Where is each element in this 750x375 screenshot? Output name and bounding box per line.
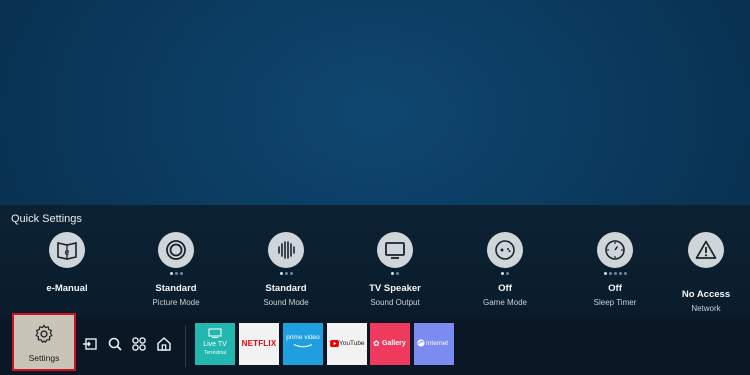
app-prime-video[interactable]: prime video [283,323,323,365]
quick-setting-value: Standard [265,283,307,294]
e-manual-icon: e [49,232,85,268]
quick-setting-value: e-Manual [46,283,88,294]
home-icon[interactable] [156,336,172,352]
quick-setting-sound-output[interactable]: TV Speaker Sound Output [350,232,440,307]
app-internet[interactable]: Internet [414,323,454,365]
app-subtitle: Terrestrial [204,350,226,356]
quick-setting-value: Off [608,283,622,294]
tv-screen-background [0,0,750,205]
quick-setting-value: Off [498,283,512,294]
search-icon[interactable] [107,336,123,352]
source-icon[interactable] [82,336,98,352]
app-gallery[interactable]: ✿ Gallery [370,323,410,365]
bar-divider [185,325,186,367]
app-netflix[interactable]: NETFLIX [239,323,279,365]
app-name: Live TV [203,341,227,348]
quick-setting-value: Standard [155,283,197,294]
app-name: prime video [286,334,320,341]
picture-mode-icon [158,232,194,268]
quick-setting-label: Network [691,304,721,313]
settings-button[interactable]: Settings [12,313,76,371]
app-name: YouTube [339,340,365,347]
app-name: Gallery [382,340,406,347]
quick-setting-value: No Access [681,289,731,300]
quick-setting-sound-mode[interactable]: Standard Sound Mode [241,232,331,307]
quick-setting-game-mode[interactable]: Off Game Mode [460,232,550,307]
sleep-timer-icon [597,232,633,268]
gallery-icon: ✿ [373,339,380,348]
quick-setting-network[interactable]: No Access Network [661,232,750,313]
quick-setting-sleep-timer[interactable]: Off Sleep Timer [570,232,660,307]
svg-text:e: e [64,247,69,257]
quick-setting-label: Sound Output [370,298,420,307]
quick-setting-picture-mode[interactable]: Standard Picture Mode [131,232,221,307]
settings-label: Settings [28,353,60,363]
tv-icon [208,328,222,338]
quick-setting-label: Picture Mode [152,298,200,307]
youtube-play-icon [330,340,339,347]
app-live-tv[interactable]: Live TV Terrestrial [195,323,235,365]
apps-icon[interactable] [131,336,147,352]
internet-icon [417,339,425,347]
warning-icon [688,232,724,268]
app-name: NETFLIX [241,339,277,348]
quick-setting-label: Sound Mode [263,298,309,307]
quick-setting-label: Game Mode [482,298,528,307]
app-name: Internet [426,340,449,347]
gamepad-icon [487,232,523,268]
quick-settings-title: Quick Settings [11,213,82,225]
quick-setting-e-manual[interactable]: e e-Manual [22,232,112,298]
quick-setting-label: Sleep Timer [593,298,637,307]
sound-mode-icon [268,232,304,268]
prime-smile-icon [293,344,313,348]
tv-speaker-icon [377,232,413,268]
gear-icon [35,324,53,343]
app-youtube[interactable]: YouTube [327,323,367,365]
quick-setting-value: TV Speaker [369,283,421,294]
quick-settings-panel: Quick Settings e e-Manual Standard Pictu… [0,205,750,317]
